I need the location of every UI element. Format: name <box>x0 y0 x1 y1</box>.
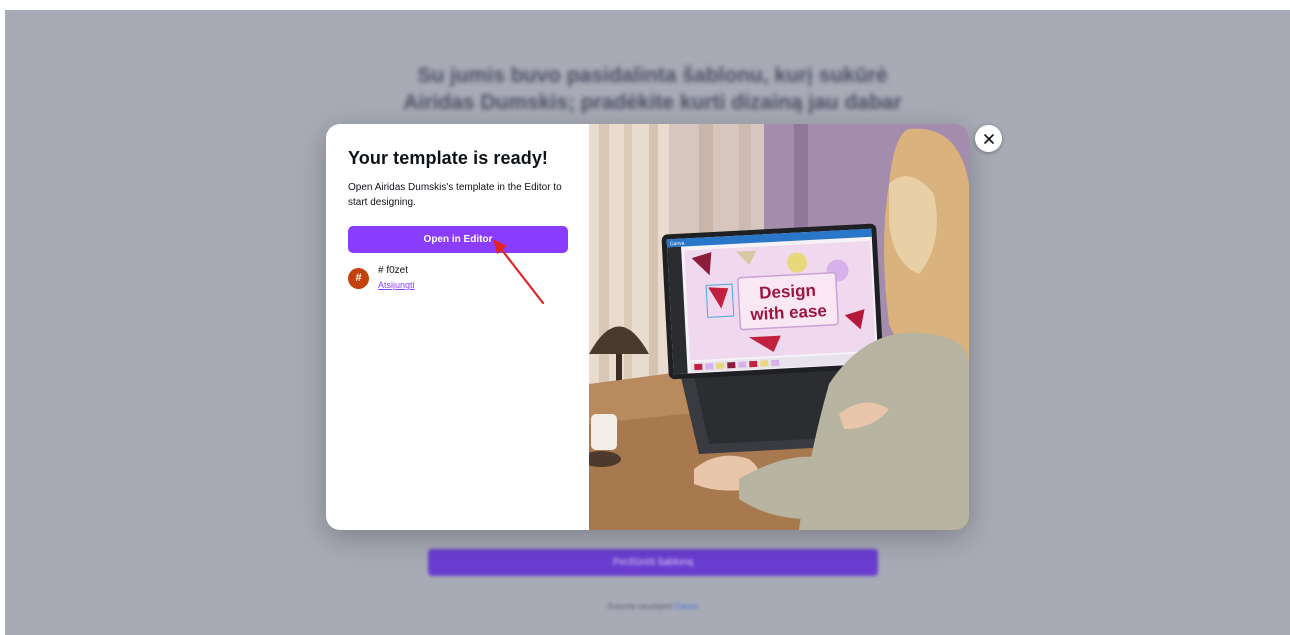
avatar: # <box>348 268 369 289</box>
account-name: # f0zet <box>378 265 409 276</box>
background-footer: Sukurta naudojant Canva <box>545 602 760 611</box>
close-modal-button[interactable] <box>975 125 1002 152</box>
background-view-template-button: Peržiūrėti šabloną <box>428 549 878 576</box>
modal-description: Open Airidas Dumskis's template in the E… <box>348 182 562 208</box>
red-arrow-icon <box>493 239 545 305</box>
modal-left-pane: Your template is ready! Open Airidas Dum… <box>326 124 589 530</box>
close-icon <box>983 133 994 144</box>
modal-title: Your template is ready! <box>348 148 549 168</box>
sign-out-link[interactable]: Atsijungti <box>378 280 415 290</box>
background-footer-text: Sukurta naudojant <box>607 602 673 611</box>
promo-image: Canva Design with ease <box>589 124 969 530</box>
laptop-brand-text: Canva <box>670 241 685 248</box>
template-ready-modal: Your template is ready! Open Airidas Dum… <box>326 124 969 530</box>
laptop-scene-illustration: Canva Design with ease <box>589 124 969 530</box>
laptop-headline-line2: with ease <box>749 301 827 324</box>
background-heading: Su jumis buvo pasidalinta šablonu, kurį … <box>403 64 902 114</box>
background-footer-link: Canva <box>674 602 698 611</box>
laptop-headline-line1: Design <box>759 281 817 303</box>
